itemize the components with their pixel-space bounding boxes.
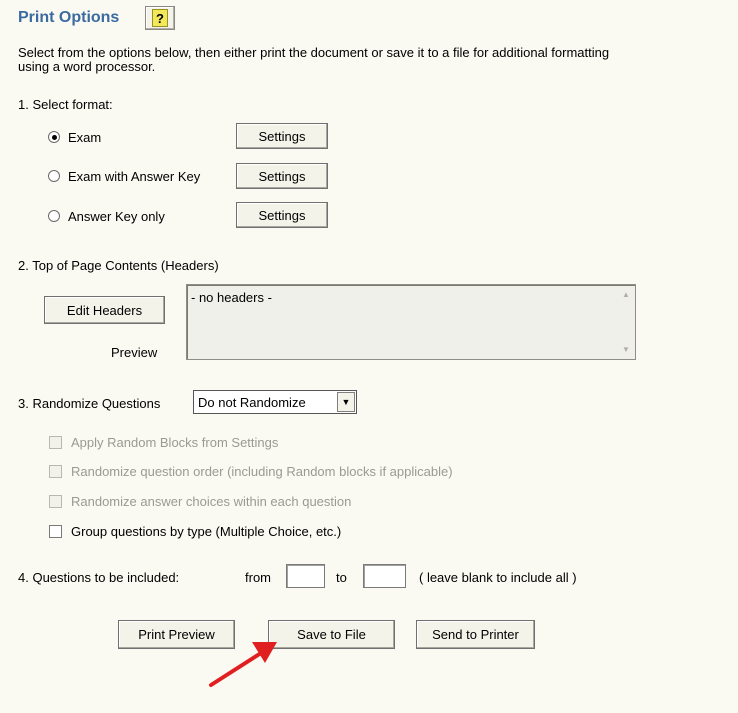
from-input[interactable] — [286, 564, 325, 588]
scroll-up-icon[interactable]: ▲ — [622, 290, 630, 299]
settings-button-answer-key-only[interactable]: Settings — [236, 202, 328, 228]
preview-scrollbar[interactable]: ▲ ▼ — [618, 286, 634, 358]
radio-answer-key-only[interactable] — [48, 210, 60, 222]
annotation-arrow-icon — [209, 642, 277, 687]
to-input[interactable] — [363, 564, 406, 588]
to-label: to — [336, 570, 347, 585]
edit-headers-button[interactable]: Edit Headers — [44, 296, 165, 324]
send-to-printer-button[interactable]: Send to Printer — [416, 620, 535, 649]
radio-dot — [51, 134, 57, 140]
checkbox-label-apply-random-blocks: Apply Random Blocks from Settings — [71, 435, 279, 450]
range-hint: ( leave blank to include all ) — [419, 570, 577, 585]
section1-label: 1. Select format: — [18, 97, 113, 112]
scroll-down-icon[interactable]: ▼ — [622, 345, 630, 354]
radio-exam-with-answer-key[interactable] — [48, 170, 60, 182]
radio-label-exam-with-answer-key: Exam with Answer Key — [68, 169, 201, 184]
help-icon: ? — [152, 9, 168, 27]
section3-label: 3. Randomize Questions — [18, 396, 161, 411]
headers-preview-box[interactable]: - no headers - ▲ ▼ — [186, 284, 636, 360]
randomize-select-value: Do not Randomize — [198, 394, 306, 410]
checkbox-apply-random-blocks[interactable] — [49, 436, 62, 449]
from-label: from — [245, 570, 271, 585]
headers-preview-text: - no headers - — [191, 290, 272, 305]
checkbox-group-by-type[interactable] — [49, 525, 62, 538]
settings-button-exam[interactable]: Settings — [236, 123, 328, 149]
intro-text-line2: using a word processor. — [18, 59, 156, 74]
checkbox-randomize-question-order[interactable] — [49, 465, 62, 478]
section2-label: 2. Top of Page Contents (Headers) — [18, 258, 219, 273]
radio-exam[interactable] — [48, 131, 60, 143]
preview-label: Preview — [111, 345, 158, 360]
settings-button-exam-with-answer-key[interactable]: Settings — [236, 163, 328, 189]
page-title: Print Options — [18, 9, 120, 26]
section4-label: 4. Questions to be included: — [18, 570, 180, 585]
checkbox-randomize-answer-choices[interactable] — [49, 495, 62, 508]
intro-text-line1: Select from the options below, then eith… — [18, 45, 610, 60]
radio-label-exam: Exam — [68, 130, 102, 145]
checkbox-label-group-by-type: Group questions by type (Multiple Choice… — [71, 524, 342, 539]
radio-label-answer-key-only: Answer Key only — [68, 209, 165, 224]
randomize-select[interactable]: Do not Randomize ▼ — [193, 390, 357, 414]
help-button[interactable]: ? — [145, 6, 175, 30]
checkbox-label-randomize-question-order: Randomize question order (including Rand… — [71, 464, 453, 479]
checkbox-label-randomize-answer-choices: Randomize answer choices within each que… — [71, 494, 352, 509]
chevron-down-icon[interactable]: ▼ — [337, 392, 355, 412]
